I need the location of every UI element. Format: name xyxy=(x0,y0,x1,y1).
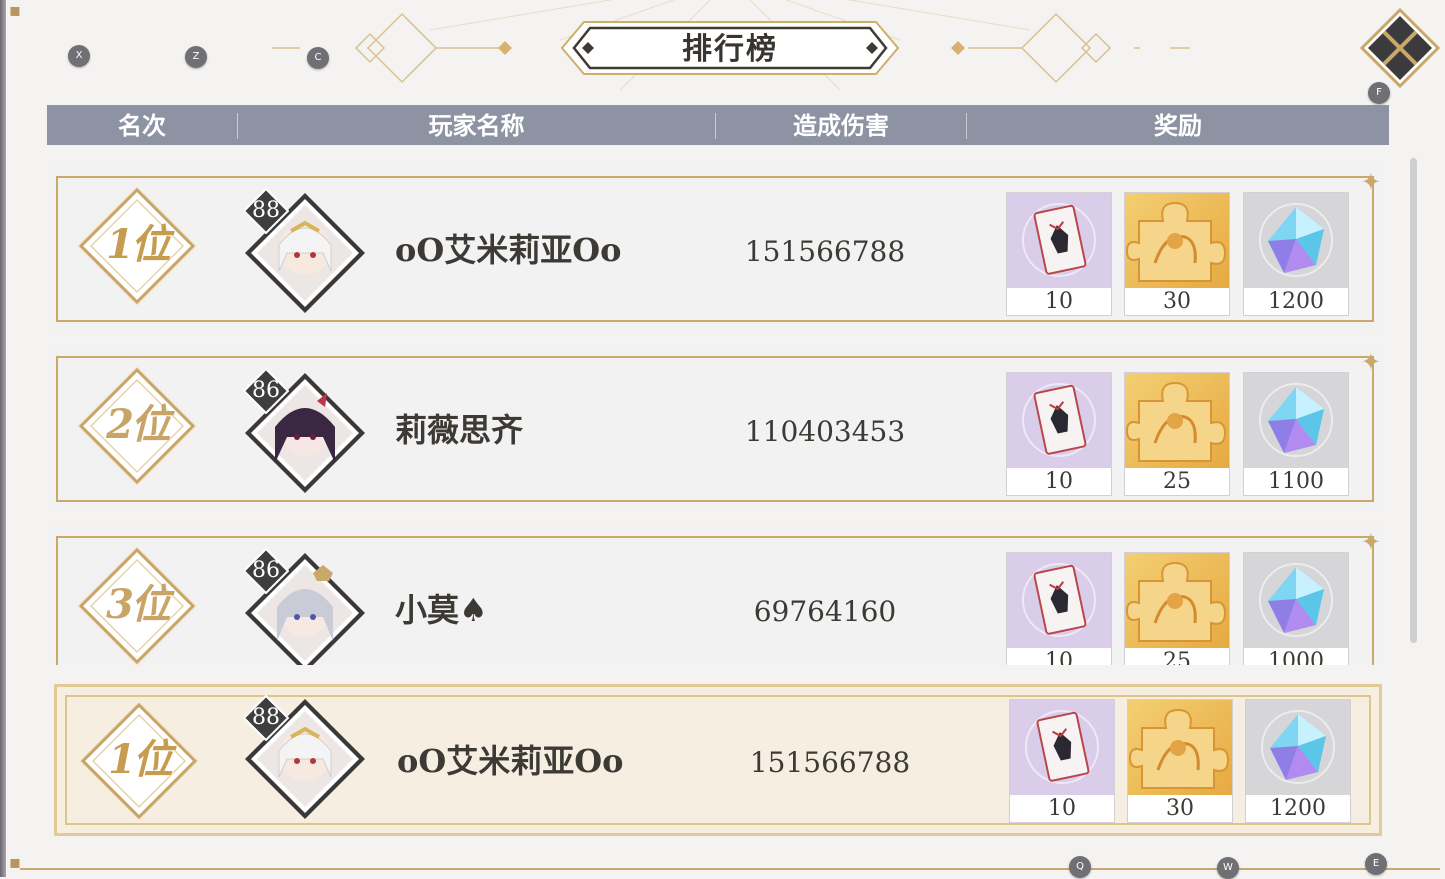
column-header-reward: 奖励 xyxy=(1154,111,1202,140)
reward-quantity: 10 xyxy=(1007,468,1111,495)
hotkey-w-badge: W xyxy=(1217,857,1239,879)
hotkey-z-badge: Z xyxy=(185,46,207,68)
sparkle-icon: ✦ xyxy=(1360,168,1381,196)
page-title: 排行榜 xyxy=(682,32,778,67)
player-level: 88 xyxy=(252,198,280,223)
player-name: 莉薇思齐 xyxy=(395,411,524,449)
crystal-icon xyxy=(1246,700,1350,795)
corner-ornament: ▪ xyxy=(8,0,22,21)
reward-crystal[interactable]: 1000 xyxy=(1243,552,1349,665)
reward-crystal[interactable]: 1200 xyxy=(1243,192,1349,316)
card-icon xyxy=(1007,193,1111,288)
reward-quantity: 1100 xyxy=(1244,468,1348,495)
reward-card[interactable]: 10 xyxy=(1006,552,1112,665)
reward-puzzle[interactable]: 25 xyxy=(1124,372,1230,496)
damage-value: 151566788 xyxy=(744,235,906,268)
reward-quantity: 10 xyxy=(1010,795,1114,822)
leaderboard-list[interactable]: ✦ 1位 88 oO艾米莉亚Oo 151566788 10 30 1200 ✦ … xyxy=(0,160,1445,665)
puzzle-piece-icon xyxy=(1128,700,1232,795)
damage-value: 69764160 xyxy=(753,595,897,628)
sparkle-icon: ✦ xyxy=(1360,348,1381,376)
close-button[interactable] xyxy=(1359,7,1441,89)
reward-quantity: 30 xyxy=(1125,288,1229,315)
card-icon xyxy=(1007,373,1111,468)
column-header-player: 玩家名称 xyxy=(428,111,525,140)
puzzle-piece-icon xyxy=(1125,553,1229,648)
reward-quantity: 25 xyxy=(1125,468,1229,495)
damage-value: 110403453 xyxy=(744,415,906,448)
card-icon xyxy=(1010,700,1114,795)
rank-label: 1位 xyxy=(106,221,171,268)
crystal-icon xyxy=(1244,553,1348,648)
puzzle-piece-icon xyxy=(1125,193,1229,288)
player-level: 86 xyxy=(252,378,280,403)
close-icon xyxy=(1359,7,1441,89)
rank-label: 3位 xyxy=(106,581,171,628)
puzzle-piece-icon xyxy=(1125,373,1229,468)
reward-quantity: 1000 xyxy=(1244,648,1348,665)
reward-card[interactable]: 10 xyxy=(1006,372,1112,496)
hotkey-c-badge: C xyxy=(307,47,329,69)
hotkey-f-badge: F xyxy=(1368,82,1390,104)
column-header-damage: 造成伤害 xyxy=(793,111,889,140)
hotkey-x-badge: X xyxy=(68,45,90,67)
reward-quantity: 30 xyxy=(1128,795,1232,822)
reward-quantity: 1200 xyxy=(1244,288,1348,315)
reward-quantity: 1200 xyxy=(1246,795,1350,822)
my-rank-row[interactable]: 1位 88 oO艾米莉亚Oo 151566788 10 30 1200 xyxy=(54,684,1382,836)
player-level: 86 xyxy=(252,558,280,583)
crystal-icon xyxy=(1244,193,1348,288)
hotkey-q-badge: Q xyxy=(1069,856,1091,878)
column-header-rank: 名次 xyxy=(118,111,166,140)
leaderboard-row[interactable]: ✦ 1位 88 oO艾米莉亚Oo 151566788 10 30 1200 xyxy=(47,166,1385,331)
reward-quantity: 25 xyxy=(1125,648,1229,665)
reward-quantity: 10 xyxy=(1007,648,1111,665)
reward-crystal[interactable]: 1100 xyxy=(1243,372,1349,496)
reward-puzzle[interactable]: 30 xyxy=(1124,192,1230,316)
damage-value: 151566788 xyxy=(749,746,911,779)
list-scrollbar[interactable] xyxy=(1410,158,1417,643)
card-icon xyxy=(1007,553,1111,648)
reward-puzzle[interactable]: 30 xyxy=(1127,699,1233,823)
player-level: 88 xyxy=(252,705,280,730)
player-name: oO艾米莉亚Oo xyxy=(395,231,622,269)
player-name: oO艾米莉亚Oo xyxy=(397,742,624,780)
rank-label: 1位 xyxy=(108,736,173,783)
crystal-icon xyxy=(1244,373,1348,468)
reward-puzzle[interactable]: 25 xyxy=(1124,552,1230,665)
sparkle-icon: ✦ xyxy=(1360,528,1381,556)
leaderboard-row[interactable]: ✦ 3位 86 小莫♠ 69764160 10 25 1000 xyxy=(47,526,1385,665)
leaderboard-row[interactable]: ✦ 2位 86 莉薇思齐 110403453 10 25 1100 xyxy=(47,346,1385,511)
reward-card[interactable]: 10 xyxy=(1006,192,1112,316)
reward-quantity: 10 xyxy=(1007,288,1111,315)
rank-label: 2位 xyxy=(106,401,171,448)
reward-crystal[interactable]: 1200 xyxy=(1245,699,1351,823)
reward-card[interactable]: 10 xyxy=(1009,699,1115,823)
player-name: 小莫♠ xyxy=(395,591,488,629)
corner-ornament: ▪ xyxy=(8,852,22,873)
hotkey-e-badge: E xyxy=(1365,853,1387,875)
leaderboard-header: 名次 玩家名称 造成伤害 奖励 xyxy=(47,105,1389,145)
